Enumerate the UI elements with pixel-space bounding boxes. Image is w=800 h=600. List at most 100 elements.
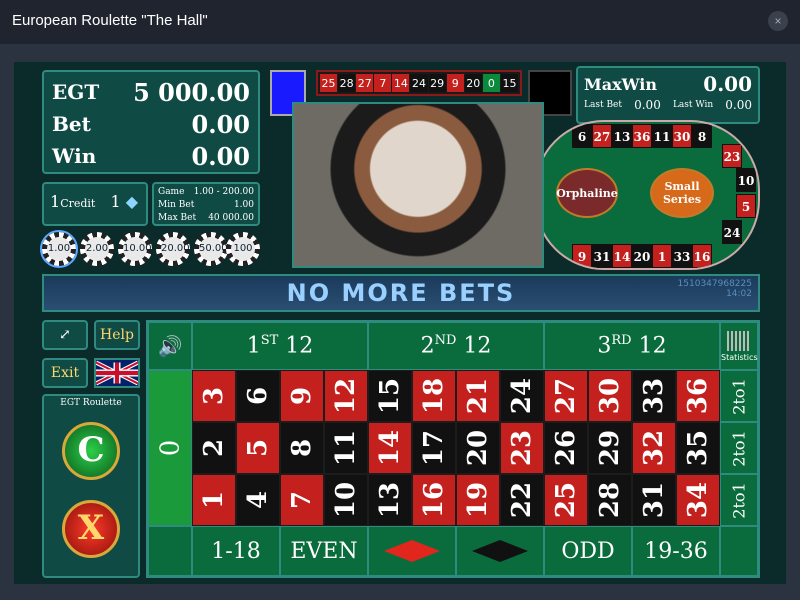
racetrack-cell[interactable]: 6 — [572, 124, 592, 148]
racetrack-cell[interactable]: 11 — [652, 124, 672, 148]
number-cell[interactable]: 17 — [412, 422, 456, 474]
number-cell[interactable]: 31 — [632, 474, 676, 526]
chip-100[interactable]: 100 — [226, 232, 260, 266]
bet-red[interactable] — [368, 526, 456, 576]
number-cell[interactable]: 27 — [544, 370, 588, 422]
number-cell[interactable]: 36 — [676, 370, 720, 422]
racetrack-cell[interactable]: 24 — [722, 220, 742, 244]
bet-column-3[interactable]: 2to1 — [720, 370, 758, 422]
number-cell[interactable]: 14 — [368, 422, 412, 474]
chip-20[interactable]: 20.00 — [156, 232, 190, 266]
maxwin-value: 0.00 — [703, 72, 752, 96]
number-cell[interactable]: 13 — [368, 474, 412, 526]
number-cell[interactable]: 28 — [588, 474, 632, 526]
racetrack-cell[interactable]: 9 — [572, 244, 592, 268]
number-cell[interactable]: 8 — [280, 422, 324, 474]
max-bet-value: 40 000.00 — [208, 213, 254, 223]
language-flag-button[interactable] — [94, 358, 140, 388]
racetrack-cell[interactable]: 10 — [736, 168, 756, 192]
clear-button[interactable]: C — [62, 422, 120, 480]
fullscreen-button[interactable]: ⤢ — [42, 320, 88, 350]
racetrack[interactable]: 6 27 13 36 11 30 8 23 10 5 24 9 31 14 20… — [534, 120, 760, 270]
credit-prefix: 1 — [50, 192, 61, 211]
number-cell[interactable]: 34 — [676, 474, 720, 526]
number-cell[interactable]: 11 — [324, 422, 368, 474]
chip-2[interactable]: 2.00 — [80, 232, 114, 266]
bet-dozen-2[interactable]: 2ND 12 — [368, 322, 544, 370]
bet-even[interactable]: EVEN — [280, 526, 368, 576]
number-cell[interactable]: 18 — [412, 370, 456, 422]
bet-odd[interactable]: ODD — [544, 526, 632, 576]
number-cell[interactable]: 29 — [588, 422, 632, 474]
balance-panel: EGT 5 000.00 Bet 0.00 Win 0.00 — [42, 70, 260, 174]
chip-50[interactable]: 50.00 — [194, 232, 228, 266]
exit-button[interactable]: Exit — [42, 358, 88, 388]
racetrack-cell[interactable]: 1 — [652, 244, 672, 268]
number-cell[interactable]: 26 — [544, 422, 588, 474]
number-cell[interactable]: 3 — [192, 370, 236, 422]
number-cell[interactable]: 25 — [544, 474, 588, 526]
bet-1-18[interactable]: 1-18 — [192, 526, 280, 576]
number-cell[interactable]: 12 — [324, 370, 368, 422]
statistics-button[interactable]: Statistics — [720, 322, 758, 370]
close-button[interactable]: × — [768, 11, 788, 31]
number-cell[interactable]: 9 — [280, 370, 324, 422]
racetrack-cell[interactable]: 13 — [612, 124, 632, 148]
number-cell[interactable]: 6 — [236, 370, 280, 422]
round-id: 1510347968225 — [677, 279, 752, 289]
racetrack-cell[interactable]: 5 — [736, 194, 756, 218]
orphaline-bet[interactable]: Orphaline — [556, 168, 618, 218]
bet-black[interactable] — [456, 526, 544, 576]
number-cell[interactable]: 2 — [192, 422, 236, 474]
racetrack-cell[interactable]: 20 — [632, 244, 652, 268]
chip-10[interactable]: 10.00 — [118, 232, 152, 266]
number-cell[interactable]: 19 — [456, 474, 500, 526]
dozen-1-sup: ST — [260, 333, 279, 349]
bet-dozen-1[interactable]: 1ST 12 — [192, 322, 368, 370]
bet-column-1[interactable]: 2to1 — [720, 474, 758, 526]
number-cell[interactable]: 33 — [632, 370, 676, 422]
racetrack-cell[interactable]: 14 — [612, 244, 632, 268]
number-cell[interactable]: 24 — [500, 370, 544, 422]
number-cell[interactable]: 21 — [456, 370, 500, 422]
racetrack-cell[interactable]: 33 — [672, 244, 692, 268]
clock: 14:02 — [726, 289, 752, 299]
number-label: 27 — [551, 377, 581, 415]
racetrack-cell[interactable]: 16 — [692, 244, 712, 268]
number-cell[interactable]: 30 — [588, 370, 632, 422]
number-cell[interactable]: 35 — [676, 422, 720, 474]
racetrack-cell[interactable]: 31 — [592, 244, 612, 268]
racetrack-cell[interactable]: 30 — [672, 124, 692, 148]
bet-19-36[interactable]: 19-36 — [632, 526, 720, 576]
number-cell[interactable]: 22 — [500, 474, 544, 526]
dozen-1-main: 1 — [246, 333, 261, 359]
racetrack-cell[interactable]: 27 — [592, 124, 612, 148]
number-cell[interactable]: 15 — [368, 370, 412, 422]
game-limit-label: Game — [158, 187, 185, 197]
number-cell[interactable]: 10 — [324, 474, 368, 526]
number-cell[interactable]: 1 — [192, 474, 236, 526]
number-cell[interactable]: 32 — [632, 422, 676, 474]
bet-zero[interactable]: 0 — [148, 370, 192, 526]
bet-dozen-3[interactable]: 3RD 12 — [544, 322, 720, 370]
number-cell[interactable]: 20 — [456, 422, 500, 474]
cancel-button[interactable]: X — [62, 500, 120, 558]
number-label: 1 — [199, 490, 229, 510]
chip-1[interactable]: 1.00 — [40, 230, 78, 268]
help-button[interactable]: Help — [94, 320, 140, 350]
number-label: 9 — [287, 386, 317, 406]
racetrack-cell[interactable]: 8 — [692, 124, 712, 148]
number-cell[interactable]: 23 — [500, 422, 544, 474]
number-cell[interactable]: 5 — [236, 422, 280, 474]
number-cell[interactable]: 4 — [236, 474, 280, 526]
bet-column-2[interactable]: 2to1 — [720, 422, 758, 474]
number-cell[interactable]: 7 — [280, 474, 324, 526]
small-series-bet[interactable]: Small Series — [650, 168, 714, 218]
bet-1-18-label: 1-18 — [211, 538, 261, 564]
racetrack-cell[interactable]: 36 — [632, 124, 652, 148]
number-label: 31 — [639, 481, 669, 519]
number-cell[interactable]: 16 — [412, 474, 456, 526]
sound-toggle[interactable]: 🔊 — [148, 322, 192, 370]
number-label: 23 — [507, 429, 537, 467]
racetrack-cell[interactable]: 23 — [722, 144, 742, 168]
